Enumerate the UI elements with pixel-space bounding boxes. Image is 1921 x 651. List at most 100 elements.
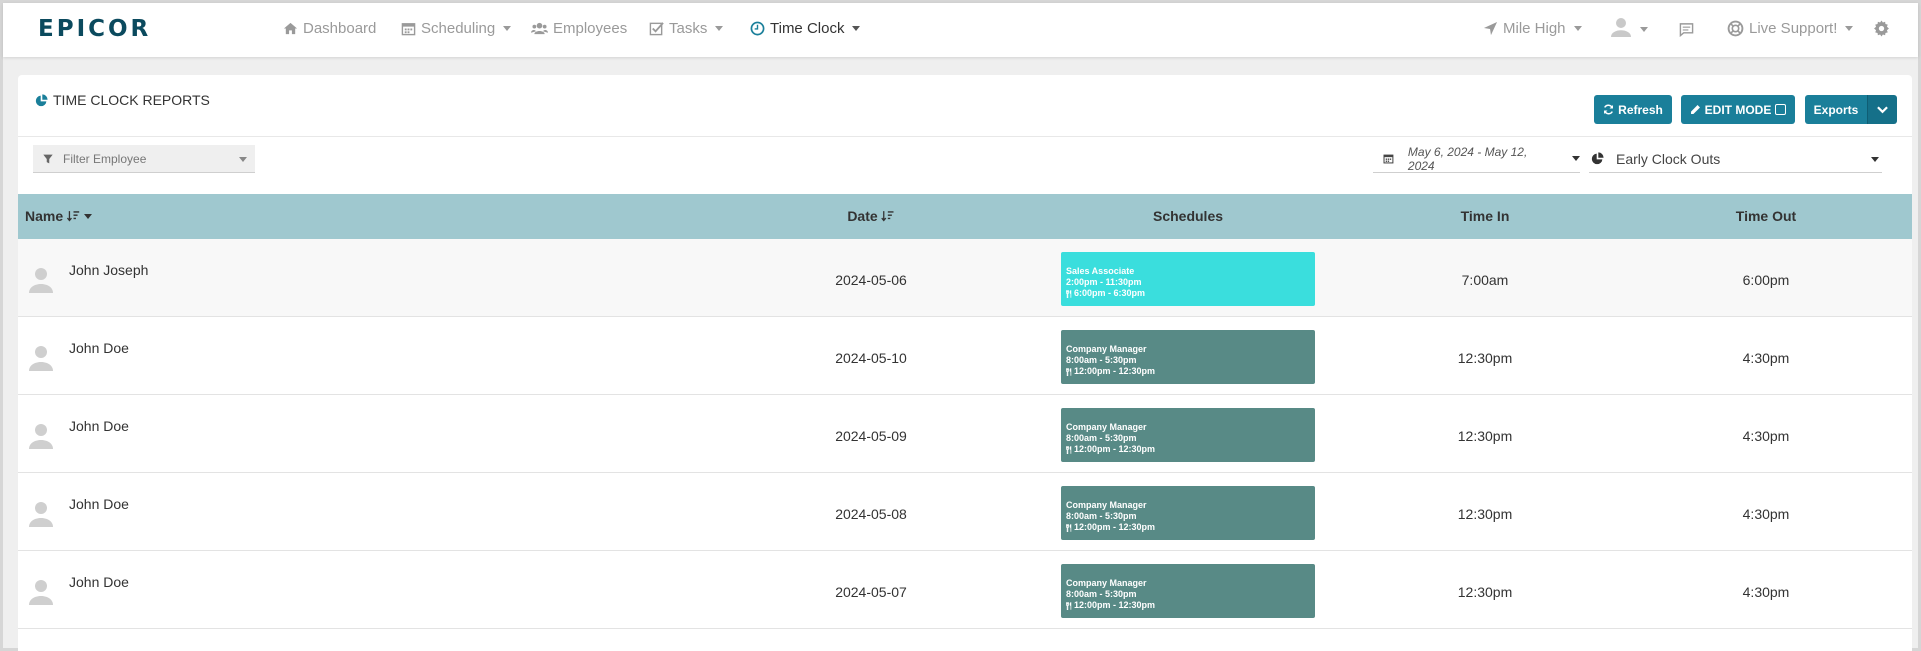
filter-employee-select[interactable]: Filter Employee [33, 145, 255, 173]
chevron-down-icon [852, 26, 861, 31]
refresh-button[interactable]: Refresh [1594, 95, 1672, 124]
schedule-block[interactable]: Sales Associate 2:00pm - 11:30pm 6:00pm … [1061, 252, 1315, 306]
epicor-logo[interactable]: EPICOR [38, 16, 151, 42]
filter-employee-placeholder: Filter Employee [63, 151, 147, 166]
table-row[interactable]: John Doe 2024-05-07 Company Manager 8:00… [18, 551, 1912, 629]
report-type-value: Early Clock Outs [1616, 150, 1721, 167]
employee-name[interactable]: John Doe [69, 418, 129, 434]
schedules-header-label: Schedules [1152, 208, 1224, 224]
schedule-time: 8:00am - 5:30pm [1066, 511, 1137, 521]
live-support-menu[interactable]: Live Support! [1727, 20, 1854, 37]
chevron-down-icon [1573, 26, 1582, 31]
edit-mode-button[interactable]: EDIT MODE [1681, 95, 1795, 124]
top-navbar: EPICOR Dashboard Scheduling Employees Ta… [3, 3, 1918, 57]
messages-button[interactable] [1679, 22, 1694, 37]
user-avatar-icon [1611, 18, 1631, 37]
sort-icon[interactable] [67, 210, 80, 222]
row-time-in: 12:30pm [1457, 584, 1513, 600]
row-date: 2024-05-07 [835, 584, 907, 600]
location-selector[interactable]: Mile High [1483, 20, 1582, 37]
row-time-in: 12:30pm [1457, 350, 1513, 366]
table-row[interactable]: John Doe 2024-05-09 Company Manager 8:00… [18, 395, 1912, 473]
nav-employees[interactable]: Employees [531, 20, 627, 37]
utensils-icon [1066, 523, 1072, 532]
live-support-label: Live Support! [1749, 20, 1838, 37]
employee-name[interactable]: John Doe [69, 340, 129, 356]
chat-icon [1679, 23, 1694, 37]
chevron-down-icon [503, 26, 512, 31]
sort-icon[interactable] [881, 210, 895, 222]
nav-tasks[interactable]: Tasks [649, 20, 724, 37]
name-column-header[interactable]: Name [25, 208, 93, 224]
utensils-icon [1066, 445, 1072, 454]
time-clock-reports-card: TIME CLOCK REPORTS Refresh EDIT MODE Exp… [18, 75, 1912, 651]
schedule-break: 12:00pm - 12:30pm [1066, 366, 1315, 377]
schedule-break: 12:00pm - 12:30pm [1066, 600, 1315, 611]
table-row[interactable]: John Doe 2024-05-08 Company Manager 8:00… [18, 473, 1912, 551]
user-avatar-icon [29, 346, 53, 371]
header-divider [18, 136, 1912, 137]
utensils-icon [1066, 601, 1072, 610]
schedule-time: 8:00am - 5:30pm [1066, 433, 1137, 443]
row-time-out: 4:30pm [1742, 428, 1790, 444]
date-range-picker[interactable]: May 6, 2024 - May 12, 2024 [1373, 145, 1580, 173]
page-title: TIME CLOCK REPORTS [53, 92, 210, 108]
calendar-icon [1383, 154, 1394, 164]
refresh-label: Refresh [1618, 102, 1663, 117]
schedule-time: 8:00am - 5:30pm [1066, 355, 1137, 365]
user-menu[interactable] [1610, 18, 1648, 38]
life-ring-icon [1727, 20, 1744, 37]
row-time-in: 12:30pm [1457, 506, 1513, 522]
schedule-block[interactable]: Company Manager 8:00am - 5:30pm 12:00pm … [1061, 330, 1315, 384]
refresh-icon [1604, 104, 1614, 115]
users-icon [531, 22, 548, 35]
employee-name[interactable]: John Doe [69, 574, 129, 590]
row-time-out: 4:30pm [1742, 506, 1790, 522]
exports-dropdown-toggle[interactable] [1867, 95, 1897, 124]
date-range-value: May 6, 2024 - May 12, 2024 [1407, 144, 1528, 173]
table-row[interactable]: John Joseph 2024-05-06 Sales Associate 2… [18, 239, 1912, 317]
schedule-block[interactable]: Company Manager 8:00am - 5:30pm 12:00pm … [1061, 564, 1315, 618]
pencil-icon [1690, 105, 1700, 114]
location-arrow-icon [1483, 21, 1498, 36]
table-row[interactable]: John Doe 2024-05-10 Company Manager 8:00… [18, 317, 1912, 395]
schedule-role: Company Manager [1066, 422, 1147, 432]
utensils-icon [1066, 289, 1072, 298]
schedule-block[interactable]: Company Manager 8:00am - 5:30pm 12:00pm … [1061, 486, 1315, 540]
schedule-break-time: 6:00pm - 6:30pm [1074, 288, 1146, 298]
schedule-time: 8:00am - 5:30pm [1066, 589, 1137, 599]
employee-name[interactable]: John Joseph [69, 262, 148, 278]
nav-scheduling[interactable]: Scheduling [401, 20, 512, 37]
user-avatar-icon [29, 502, 53, 527]
edit-mode-checkbox[interactable] [1775, 104, 1787, 115]
row-time-out: 6:00pm [1742, 272, 1790, 288]
nav-dashboard-label: Dashboard [303, 20, 377, 37]
chevron-down-icon [1845, 26, 1854, 31]
row-time-in: 7:00am [1461, 272, 1509, 288]
settings-button[interactable] [1873, 20, 1890, 37]
schedule-role: Company Manager [1066, 500, 1147, 510]
gear-icon [1874, 20, 1889, 37]
chevron-down-icon [715, 26, 724, 31]
card-title: TIME CLOCK REPORTS [35, 92, 210, 108]
schedule-block[interactable]: Company Manager 8:00am - 5:30pm 12:00pm … [1061, 408, 1315, 462]
date-header-label: Date [847, 208, 878, 224]
nav-dashboard[interactable]: Dashboard [283, 20, 376, 37]
chevron-down-icon [1640, 26, 1648, 32]
nav-time-clock[interactable]: Time Clock [750, 20, 861, 37]
row-time-out: 4:30pm [1742, 350, 1790, 366]
exports-button[interactable]: Exports [1805, 95, 1867, 124]
employee-name[interactable]: John Doe [69, 496, 129, 512]
name-header-label: Name [25, 208, 64, 224]
pie-chart-icon [35, 93, 48, 106]
schedule-role: Company Manager [1066, 578, 1147, 588]
chevron-down-icon[interactable] [84, 213, 93, 219]
clock-icon [750, 21, 765, 36]
row-time-out: 4:30pm [1742, 584, 1790, 600]
date-column-header[interactable]: Date [847, 208, 894, 224]
pie-chart-icon [1591, 152, 1604, 165]
report-type-select[interactable]: Early Clock Outs [1589, 145, 1882, 173]
user-avatar-icon [29, 268, 53, 293]
schedules-column-header: Schedules [1153, 208, 1223, 224]
schedule-break: 12:00pm - 12:30pm [1066, 522, 1315, 533]
